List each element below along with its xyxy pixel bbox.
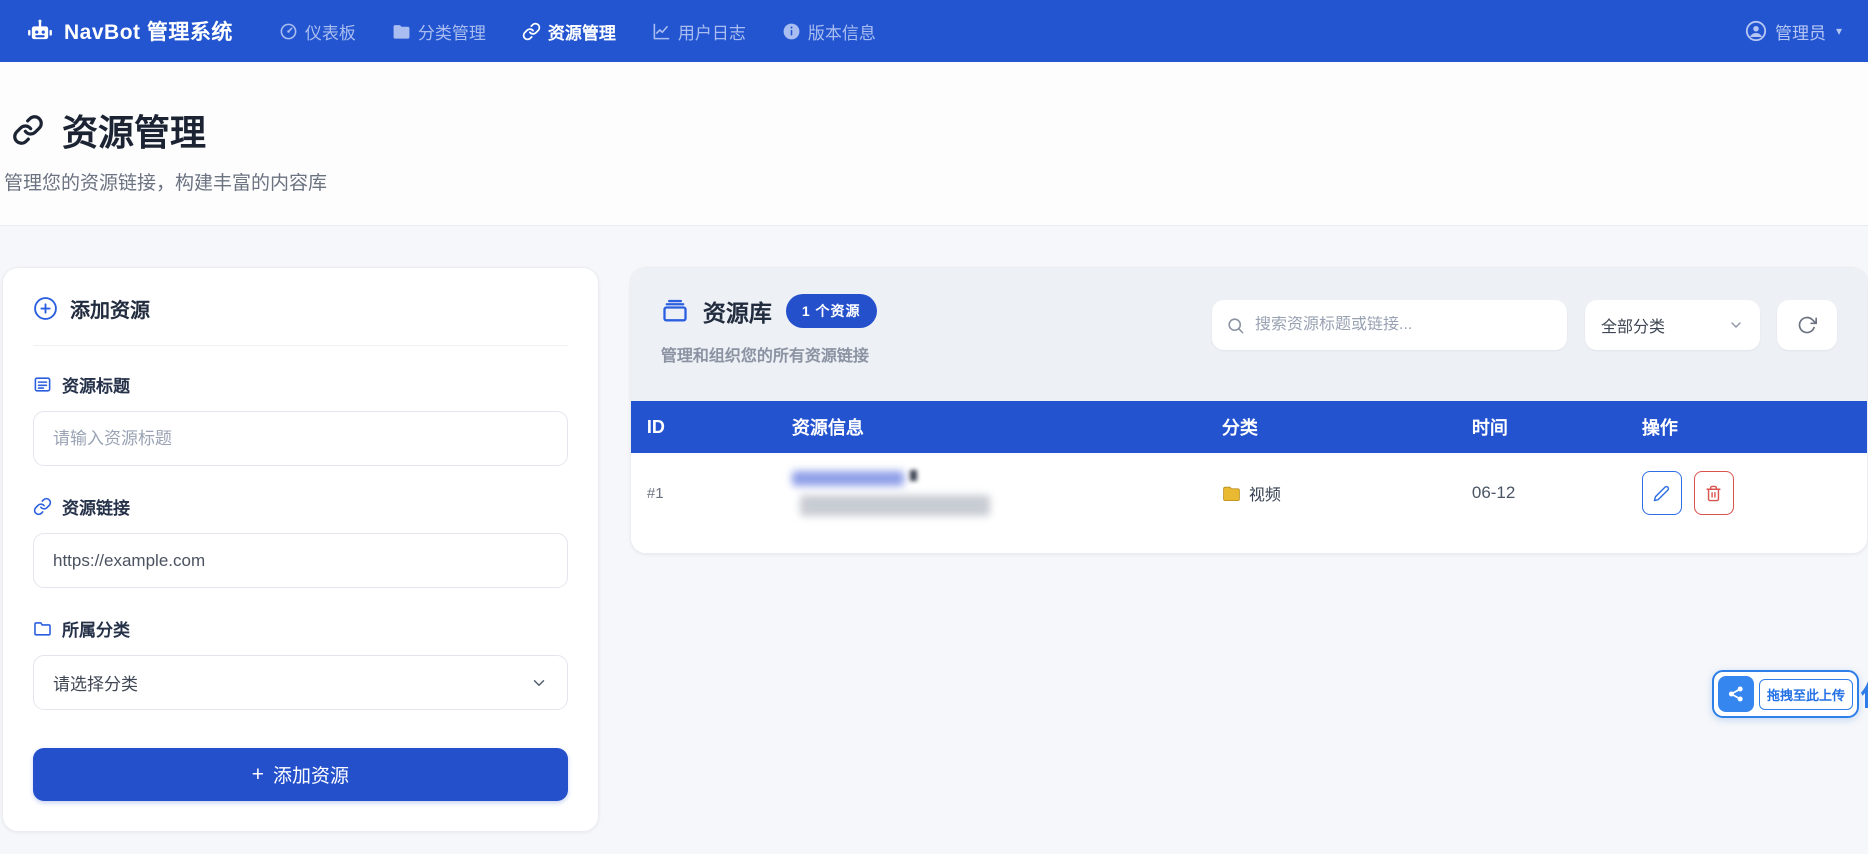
main-content: 添加资源 资源标题 资源链接	[0, 226, 1868, 832]
share-cloud-icon	[1718, 676, 1754, 712]
category-filter-value: 全部分类	[1601, 313, 1665, 337]
upload-dropzone[interactable]: 拖拽至此上传 传	[1712, 670, 1868, 718]
resource-library-card: 资源库 1 个资源 管理和组织您的所有资源链接 全部分类	[630, 267, 1868, 554]
library-title: 资源库	[703, 294, 772, 328]
category-select[interactable]: 请选择分类	[33, 655, 568, 710]
top-navbar: NavBot 管理系统 仪表板 分类管理	[0, 0, 1868, 62]
page-subtitle: 管理您的资源链接，构建丰富的内容库	[4, 168, 1838, 195]
nav-label: 资源管理	[548, 19, 616, 44]
chevron-down-icon	[530, 674, 548, 692]
nav-item-version[interactable]: 版本信息	[782, 19, 876, 44]
chevron-down-icon: ▾	[1836, 24, 1842, 38]
search-box	[1212, 300, 1567, 350]
upload-label: 拖拽至此上传	[1759, 679, 1853, 710]
nav-item-resources[interactable]: 资源管理	[522, 19, 616, 44]
user-menu[interactable]: 管理员 ▾	[1745, 19, 1842, 44]
library-header: 资源库 1 个资源 管理和组织您的所有资源链接 全部分类	[631, 268, 1867, 401]
link-icon	[12, 114, 44, 146]
col-header-time: 时间	[1456, 414, 1626, 440]
col-header-actions: 操作	[1626, 414, 1867, 440]
nav-item-categories[interactable]: 分类管理	[392, 19, 486, 44]
plus-icon: +	[252, 763, 264, 787]
nav-label: 仪表板	[305, 19, 356, 44]
category-select-value: 请选择分类	[53, 670, 138, 695]
add-resource-card: 添加资源 资源标题 资源链接	[2, 267, 599, 832]
brand-title: NavBot 管理系统	[64, 16, 233, 46]
redacted-title	[792, 471, 904, 486]
table-row: #1 视频 06-12	[631, 453, 1867, 533]
link-icon	[33, 497, 52, 516]
folder-icon	[392, 22, 411, 41]
refresh-icon	[1797, 315, 1817, 335]
clipped-upload-text: 传	[1861, 674, 1868, 714]
refresh-button[interactable]	[1777, 300, 1837, 350]
user-name: 管理员	[1775, 19, 1826, 44]
archive-icon	[661, 297, 689, 325]
row-resource-info	[776, 470, 1206, 516]
category-filter-select[interactable]: 全部分类	[1585, 300, 1760, 350]
nav-item-user-logs[interactable]: 用户日志	[652, 19, 746, 44]
row-id: #1	[631, 485, 776, 502]
search-icon	[1226, 316, 1245, 335]
category-field-label: 所属分类	[33, 616, 568, 641]
col-header-id: ID	[631, 417, 776, 438]
robot-logo-icon	[26, 17, 54, 45]
row-date: 06-12	[1456, 483, 1626, 503]
page-title: 资源管理	[62, 104, 206, 156]
row-actions	[1626, 471, 1867, 515]
form-card-title: 添加资源	[70, 294, 150, 323]
link-icon	[522, 22, 541, 41]
folder-icon	[33, 619, 52, 638]
pencil-icon	[1653, 485, 1670, 502]
link-field-label: 资源链接	[33, 494, 568, 519]
table-header-row: ID 资源信息 分类 时间 操作	[631, 401, 1867, 453]
brand[interactable]: NavBot 管理系统	[26, 16, 233, 46]
page-header: 资源管理 管理您的资源链接，构建丰富的内容库	[0, 62, 1868, 226]
document-icon	[33, 375, 52, 394]
chevron-down-icon	[1728, 317, 1744, 333]
add-resource-button[interactable]: + 添加资源	[33, 748, 568, 801]
nav-item-dashboard[interactable]: 仪表板	[279, 19, 356, 44]
delete-button[interactable]	[1694, 471, 1734, 515]
redacted-url	[800, 495, 990, 516]
col-header-info: 资源信息	[776, 414, 1206, 440]
nav-label: 用户日志	[678, 19, 746, 44]
trash-icon	[1705, 485, 1722, 502]
resource-count-badge: 1 个资源	[786, 294, 877, 328]
resource-link-input[interactable]	[33, 533, 568, 588]
row-category: 视频	[1206, 481, 1456, 505]
plus-circle-icon	[33, 296, 58, 321]
gauge-icon	[279, 22, 298, 41]
col-header-category: 分类	[1206, 414, 1456, 440]
title-field-label: 资源标题	[33, 372, 568, 397]
search-input[interactable]	[1255, 316, 1553, 334]
chart-icon	[652, 22, 671, 41]
edit-button[interactable]	[1642, 471, 1682, 515]
main-nav: 仪表板 分类管理 资源管理	[279, 19, 876, 44]
nav-label: 分类管理	[418, 19, 486, 44]
resource-title-input[interactable]	[33, 411, 568, 466]
folder-icon	[1222, 484, 1241, 503]
user-icon	[1745, 20, 1767, 42]
info-icon	[782, 22, 801, 41]
nav-label: 版本信息	[808, 19, 876, 44]
